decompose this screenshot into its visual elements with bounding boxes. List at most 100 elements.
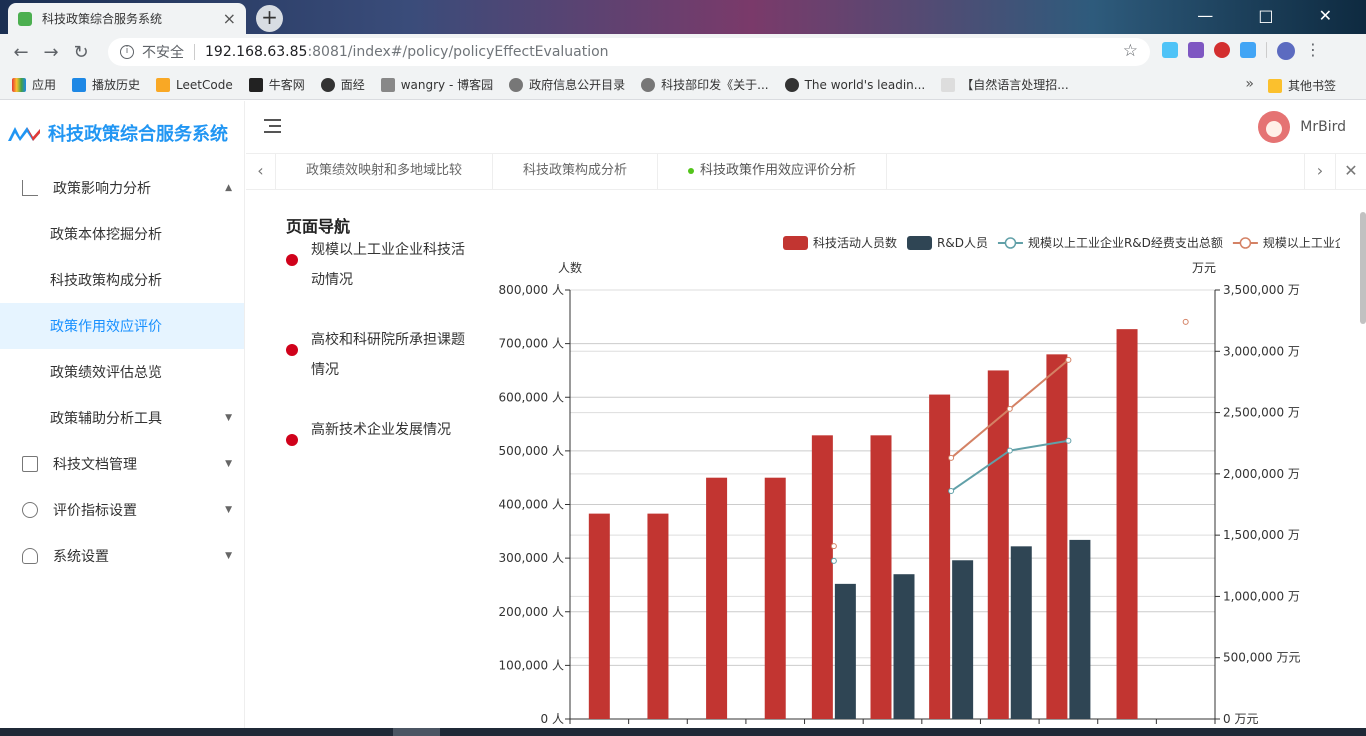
sidebar-item-performance-overview[interactable]: 政策绩效评估总览	[0, 349, 244, 395]
new-tab-button[interactable]: +	[256, 5, 283, 32]
bar	[706, 477, 728, 719]
sidebar-item-effect-evaluation[interactable]: 政策作用效应评价	[0, 303, 244, 349]
line-point	[1182, 318, 1189, 325]
taskbar-item[interactable]	[393, 728, 440, 736]
right-tick-label: 1,000,000 万	[1223, 589, 1300, 603]
left-tick-label: 200,000 人	[499, 605, 564, 619]
forward-icon[interactable]: →	[36, 42, 66, 63]
browser-tabbar: 科技政策综合服务系统 × + — □ ✕	[0, 0, 1366, 34]
bookmark[interactable]: 政府信息公开目录	[509, 76, 625, 93]
legend-label: 规模以上工业企业新产品开发经费支出	[1263, 235, 1340, 250]
extension-icon[interactable]	[1162, 42, 1178, 58]
bookmark[interactable]: 科技部印发《关于...	[641, 76, 769, 93]
bookmark-label: 播放历史	[92, 78, 141, 92]
sidebar-item-indicator-settings[interactable]: 评价指标设置 ▼	[0, 487, 244, 533]
address-bar: ← → ↻ i 不安全 192.168.63.85 :8081/index#/p…	[0, 34, 1366, 70]
right-tick-label: 0 万元	[1223, 712, 1258, 726]
bookmark[interactable]: wangry - 博客园	[380, 76, 493, 93]
bookmark[interactable]: 【自然语言处理招...	[941, 76, 1069, 93]
sidebar-item-system-settings[interactable]: 系统设置 ▼	[0, 533, 244, 579]
tab-effect-evaluation[interactable]: 科技政策作用效应评价分析	[658, 154, 888, 189]
adblock-icon[interactable]	[1214, 42, 1230, 58]
chart: 0 人 100,000 人 200,000 人 300,000 人 400,000 人 5…	[499, 235, 1340, 726]
security-label: 不安全	[142, 45, 184, 61]
profile-icon[interactable]	[1277, 42, 1295, 60]
bookmark-label: 其他书签	[1287, 79, 1336, 93]
window-controls[interactable]: — □ ✕	[1197, 6, 1352, 25]
line-point	[1065, 356, 1072, 363]
right-tick-label: 500,000 万元	[1223, 651, 1300, 665]
bar	[647, 513, 669, 719]
menu-icon[interactable]: ⋮	[1305, 42, 1321, 60]
globe-icon	[509, 77, 524, 92]
left-tick-label: 0 人	[541, 712, 564, 726]
extensions: ⋮	[1162, 42, 1321, 60]
right-tick-label: 1,500,000 万	[1223, 528, 1300, 542]
sidebar-item-label: 科技政策构成分析	[50, 273, 162, 289]
close-icon[interactable]: ✕	[1335, 154, 1366, 189]
bookmark[interactable]: LeetCode	[156, 77, 233, 92]
chevron-right-icon[interactable]: ›	[1304, 154, 1335, 189]
other-bookmarks[interactable]: 其他书签	[1267, 77, 1336, 94]
tab-label: 科技政策构成分析	[523, 163, 628, 178]
bookmark[interactable]: The world's leadin...	[784, 77, 926, 92]
close-icon[interactable]: ×	[223, 9, 236, 28]
chevron-left-icon[interactable]: ‹	[246, 154, 276, 189]
more-bookmarks-icon[interactable]: »	[1245, 76, 1254, 92]
sidebar-item-label: 政策绩效评估总览	[50, 365, 162, 381]
sidebar-item-label: 系统设置	[53, 549, 109, 565]
left-tick-label: 100,000 人	[499, 658, 564, 672]
info-icon[interactable]: i	[120, 45, 134, 59]
bar	[987, 370, 1009, 719]
app-header: MrBird	[246, 101, 1366, 154]
page-nav-label: 规模以上工业企业科技活动情况	[311, 242, 465, 288]
sidebar-item-documents[interactable]: 科技文档管理 ▼	[0, 441, 244, 487]
tab-regional-comparison[interactable]: 政策绩效映射和多地域比较	[276, 154, 494, 189]
nowcoder-icon	[248, 77, 263, 92]
onenote-icon[interactable]	[1188, 42, 1204, 58]
left-tick-label: 800,000 人	[499, 283, 564, 297]
bookmark-label: 科技部印发《关于...	[661, 78, 769, 92]
app-title: 科技政策综合服务系统	[48, 124, 228, 145]
github-icon	[784, 77, 799, 92]
tab-composition[interactable]: 科技政策构成分析	[493, 154, 659, 189]
sidebar-item-ontology-mining[interactable]: 政策本体挖掘分析	[0, 211, 244, 257]
bookmark[interactable]: 牛客网	[248, 76, 305, 93]
divider	[194, 44, 195, 60]
page-nav-item[interactable]: 高新技术企业发展情况	[286, 415, 486, 446]
chevron-down-icon: ▼	[225, 413, 232, 423]
reload-icon[interactable]: ↻	[66, 42, 96, 63]
app-logo[interactable]: 科技政策综合服务系统	[0, 101, 244, 165]
hand-icon	[941, 77, 956, 92]
sidebar-item-composition-analysis[interactable]: 科技政策构成分析	[0, 257, 244, 303]
right-tick-label: 2,000,000 万	[1223, 467, 1300, 481]
translate-icon[interactable]	[1240, 42, 1256, 58]
browser-tab[interactable]: 科技政策综合服务系统 ×	[8, 3, 246, 34]
user-menu[interactable]: MrBird	[1258, 111, 1346, 143]
chevron-down-icon: ▼	[225, 551, 232, 561]
page-nav-item[interactable]: 规模以上工业企业科技活动情况	[286, 235, 486, 295]
back-icon[interactable]: ←	[6, 42, 36, 63]
left-axis-name: 人数	[558, 260, 582, 275]
url-input[interactable]: i 不安全 192.168.63.85 :8081/index#/policy/…	[108, 38, 1150, 66]
page-nav-item[interactable]: 高校和科研院所承担课题情况	[286, 325, 486, 385]
bookmark[interactable]: 面经	[320, 76, 365, 93]
bookmark[interactable]: 应用	[12, 76, 56, 93]
bookmark-label: 政府信息公开目录	[529, 78, 626, 92]
leetcode-icon	[156, 77, 171, 92]
sidebar-item-aux-tools[interactable]: 政策辅助分析工具 ▼	[0, 395, 244, 441]
right-tick-label: 3,500,000 万	[1223, 283, 1300, 297]
star-icon[interactable]: ☆	[1123, 41, 1138, 61]
menu-toggle-icon[interactable]	[264, 119, 281, 133]
bookmark-label: The world's leadin...	[804, 77, 926, 92]
globe-icon	[641, 77, 656, 92]
nav-dot	[286, 254, 298, 266]
bookmark[interactable]: 播放历史	[72, 76, 140, 93]
line-point	[830, 557, 837, 564]
scrollbar[interactable]	[1360, 212, 1366, 324]
tab-label: 科技政策作用效应评价分析	[700, 163, 857, 178]
legend-swatch	[783, 236, 808, 250]
sidebar-item-policy-impact[interactable]: 政策影响力分析 ▲	[0, 165, 244, 211]
bar	[834, 583, 856, 719]
legend-swatch	[907, 236, 933, 250]
